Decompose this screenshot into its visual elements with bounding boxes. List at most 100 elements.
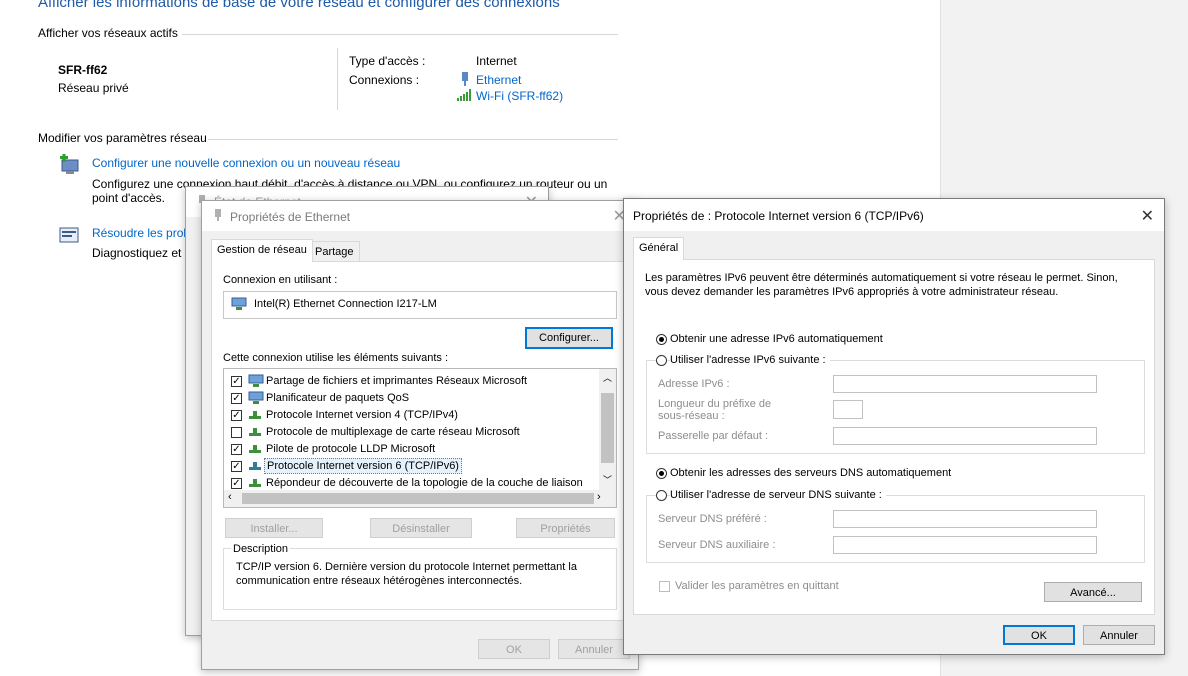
validate-checkbox[interactable] [659,581,670,592]
manual-ipv6-label: Utiliser l'adresse IPv6 suivante : [670,354,830,366]
components-list[interactable]: ✓ Partage de fichiers et imprimantes Rés… [223,368,617,508]
troubleshoot-link[interactable]: Résoudre les prob [92,226,190,240]
new-connection-description-2: point d'accès. [92,191,166,205]
item-checkbox[interactable]: ✓ [231,410,242,421]
new-connection-link[interactable]: Configurer une nouvelle connexion ou un … [92,156,400,170]
description-text: TCP/IP version 6. Dernière version du pr… [236,561,577,573]
protocol-icon [248,410,262,422]
uninstall-button[interactable]: Désinstaller [370,518,472,538]
intro-text: Les paramètres IPv6 peuvent être détermi… [645,272,1118,284]
networking-panel: Connexion en utilisant : Intel(R) Ethern… [211,261,629,621]
troubleshoot-description: Diagnostiquez et r [92,246,189,260]
ok-button[interactable]: OK [478,639,550,659]
tab-sharing[interactable]: Partage [309,241,360,262]
list-item[interactable]: ✓ Planificateur de paquets QoS [224,390,594,407]
item-label: Pilote de protocole LLDP Microsoft [266,443,436,455]
auto-dns-radio[interactable] [656,468,667,479]
alternate-dns-label: Serveur DNS auxiliaire : [658,539,776,551]
network-name: SFR-ff62 [58,63,108,77]
tab-general[interactable]: Général [633,237,685,260]
manual-dns-radio[interactable] [656,490,667,501]
protocol-icon [248,478,262,490]
intro-text-2: vous devez demander les paramètres IPv6 … [645,286,1059,298]
chevron-up-icon[interactable]: ︿ [603,371,612,384]
item-checkbox[interactable] [231,427,242,438]
item-checkbox[interactable]: ✓ [231,444,242,455]
list-item[interactable]: ✓ Protocole Internet version 4 (TCP/IPv4… [224,407,594,424]
alternate-dns-field[interactable] [833,536,1097,554]
active-networks-title: Afficher vos réseaux actifs [38,26,178,40]
validate-label: Valider les paramètres en quittant [675,580,839,592]
advanced-button[interactable]: Avancé... [1044,582,1142,602]
item-label: Protocole Internet version 6 (TCP/IPv6) [264,458,462,474]
prefix-label: Longueur du préfixe de [658,398,772,410]
item-label: Répondeur de découverte de la topologie … [266,477,583,489]
network-type: Réseau privé [58,81,129,95]
auto-ipv6-radio[interactable] [656,334,667,345]
cancel-button[interactable]: Annuler [1083,625,1155,645]
scrollbar-thumb[interactable] [242,493,594,504]
ethernet-connection-link[interactable]: Ethernet [476,73,521,87]
preferred-dns-label: Serveur DNS préféré : [658,513,767,525]
scrollbar-thumb[interactable] [601,393,614,463]
dialog-title: Propriétés de : Protocole Internet versi… [633,209,924,223]
horizontal-scrollbar[interactable]: ‹ › [224,490,616,507]
install-button[interactable]: Installer... [225,518,323,538]
description-text-2: communication entre réseaux hétérogènes … [236,575,523,587]
gateway-label: Passerelle par défaut : [658,430,769,442]
preferred-dns-field[interactable] [833,510,1097,528]
list-item-selected[interactable]: ✓ Protocole Internet version 6 (TCP/IPv6… [224,458,594,475]
item-checkbox[interactable]: ✓ [231,478,242,489]
list-item[interactable]: Protocole de multiplexage de carte résea… [224,424,594,441]
connect-using-label: Connexion en utilisant : [223,274,338,286]
access-type-value: Internet [476,54,517,68]
titlebar: Propriétés de Ethernet ✕ [202,201,638,231]
modify-settings-title: Modifier vos paramètres réseau [38,131,207,145]
connections-label: Connexions : [349,73,420,87]
prefix-length-field[interactable] [833,400,863,419]
prefix-label-2: sous-réseau : [658,410,725,422]
titlebar: Propriétés de : Protocole Internet versi… [624,199,1164,231]
item-checkbox[interactable]: ✓ [231,376,242,387]
properties-button[interactable]: Propriétés [516,518,615,538]
item-checkbox[interactable]: ✓ [231,393,242,404]
protocol-icon [248,444,262,456]
cancel-button[interactable]: Annuler [558,639,630,659]
manual-dns-label: Utiliser l'adresse de serveur DNS suivan… [670,489,886,501]
divider [208,139,618,140]
chevron-left-icon[interactable]: ‹ [228,491,232,503]
item-label: Protocole de multiplexage de carte résea… [266,426,520,438]
dialog-title: Propriétés de Ethernet [230,210,351,224]
divider [182,34,618,35]
ethernet-icon [214,209,222,224]
vertical-scrollbar[interactable]: ︿ ﹀ [599,369,616,490]
adapter-name: Intel(R) Ethernet Connection I217-LM [254,298,437,310]
troubleshoot-icon [58,225,82,250]
gateway-field[interactable] [833,427,1097,445]
close-icon[interactable]: ✕ [1141,206,1154,226]
page-title: Afficher les informations de base de vot… [38,0,560,11]
list-item[interactable]: ✓ Pilote de protocole LLDP Microsoft [224,441,594,458]
ipv6-address-field[interactable] [833,375,1097,393]
wifi-connection-link[interactable]: Wi-Fi (SFR-ff62) [476,89,563,103]
general-panel: Les paramètres IPv6 peuvent être détermi… [633,259,1155,615]
wifi-signal-icon [457,89,473,104]
ok-button[interactable]: OK [1003,625,1075,645]
chevron-right-icon[interactable]: › [597,491,601,503]
item-label: Protocole Internet version 4 (TCP/IPv4) [266,409,458,421]
tab-networking[interactable]: Gestion de réseau [211,239,313,262]
network-client-icon [248,374,264,387]
protocol-icon [248,427,262,439]
item-checkbox[interactable]: ✓ [231,461,242,472]
access-type-label: Type d'accès : [349,54,426,68]
item-label: Partage de fichiers et imprimantes Résea… [266,375,528,387]
items-label: Cette connexion utilise les éléments sui… [223,352,449,364]
chevron-down-icon[interactable]: ﹀ [603,473,612,486]
ethernet-properties-dialog: Propriétés de Ethernet ✕ Gestion de rése… [201,200,639,670]
network-client-icon [248,391,264,404]
auto-ipv6-label: Obtenir une adresse IPv6 automatiquement [670,333,883,345]
configure-button[interactable]: Configurer... [525,327,613,349]
manual-ipv6-radio[interactable] [656,355,667,366]
list-item[interactable]: ✓ Partage de fichiers et imprimantes Rés… [224,373,594,390]
ethernet-icon [460,72,470,89]
